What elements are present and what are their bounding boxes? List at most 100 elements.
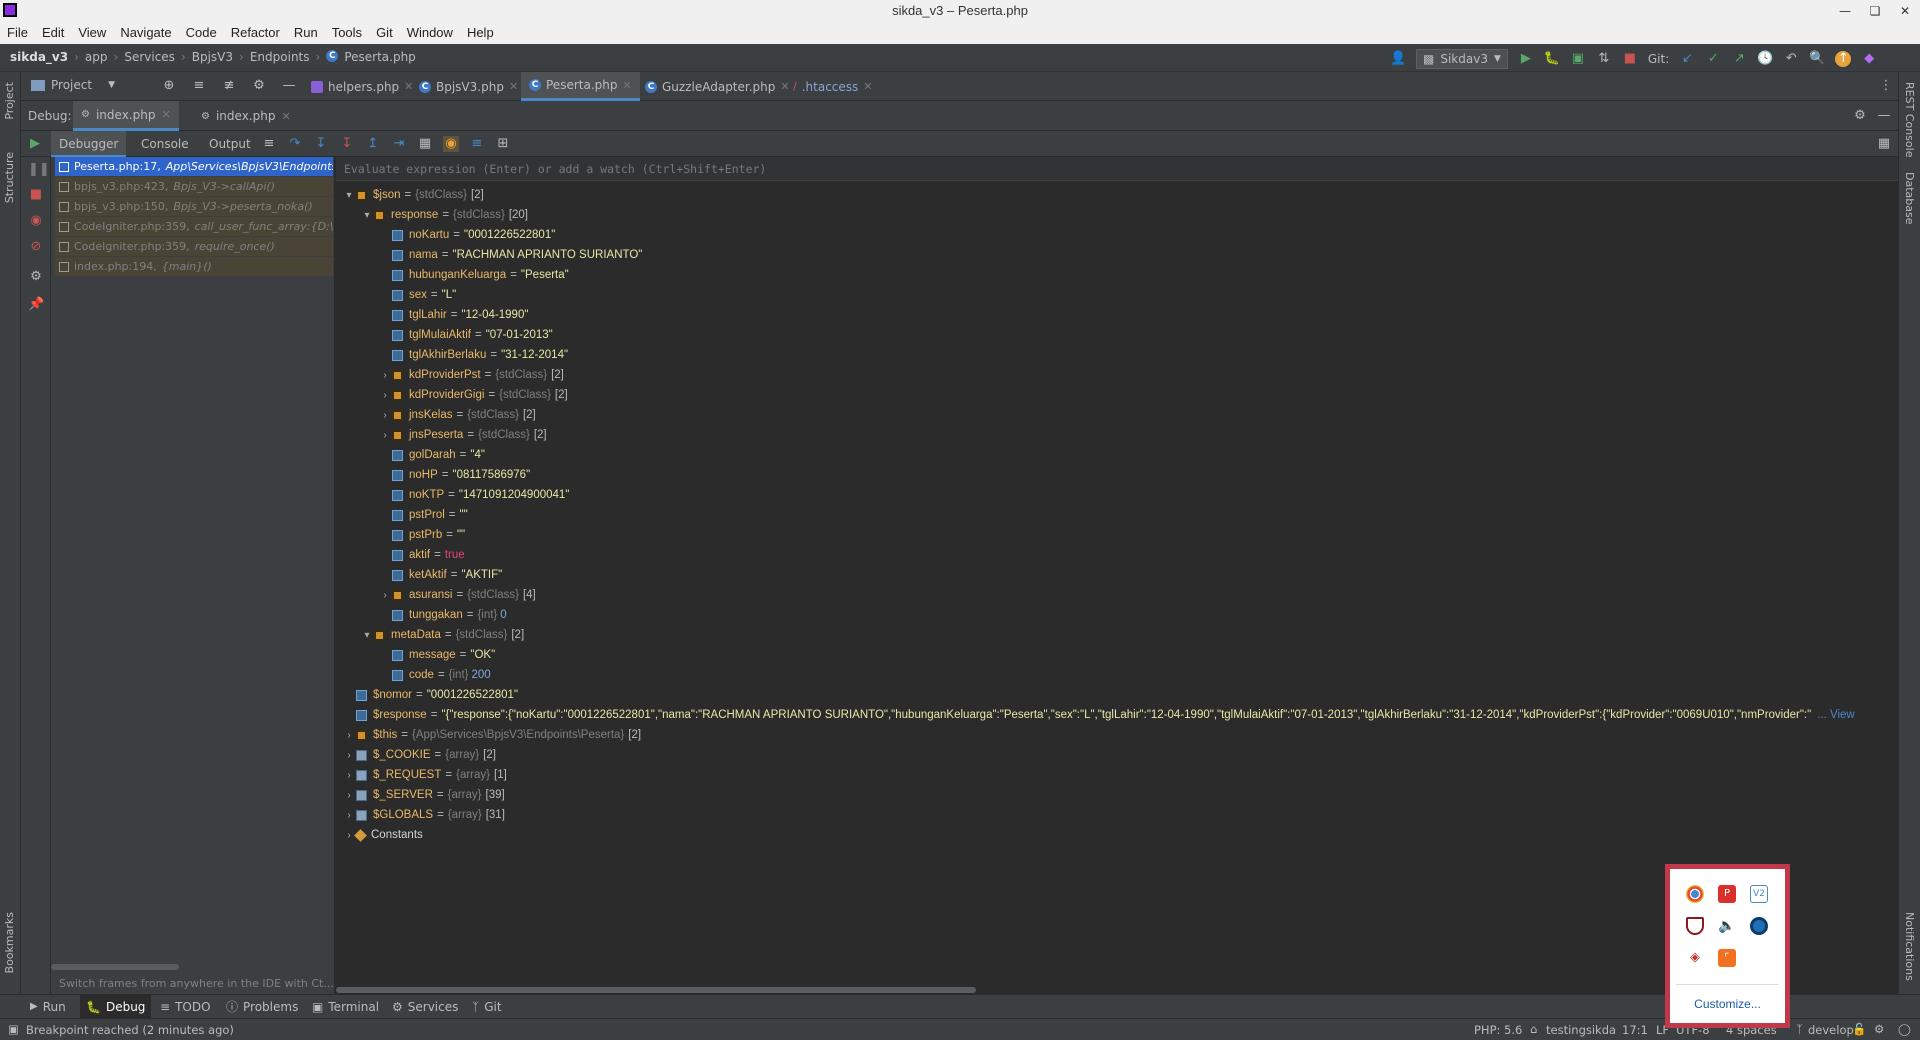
frame-item[interactable]: index.php:194, {main}() (55, 257, 333, 276)
menu-git[interactable]: Git (369, 22, 400, 44)
tab-console[interactable]: Console (133, 131, 197, 157)
variable-row[interactable]: ▾ response = {stdClass} [20] (360, 205, 528, 225)
frames-scrollbar[interactable] (51, 964, 179, 970)
variable-row[interactable]: › $this = {App\Services\BpjsV3\Endpoints\Pe… (342, 725, 641, 745)
close-icon[interactable]: ✕ (863, 80, 872, 93)
project-tool-label[interactable]: Project (51, 78, 92, 92)
stop-icon[interactable]: ■ (1622, 51, 1638, 67)
sync-icon[interactable] (1750, 917, 1768, 935)
chevron-down-icon[interactable]: ▾ (360, 630, 374, 641)
rest-console-tool-button[interactable]: REST Console (1903, 82, 1916, 157)
tab-helpers-php[interactable]: helpers.php ✕ (303, 72, 421, 101)
breadcrumb-endpoints[interactable]: Endpoints (250, 50, 310, 64)
debug-icon[interactable]: 🐛 (1544, 51, 1560, 67)
inspection-icon[interactable]: ⚙ (1874, 1022, 1884, 1036)
shield-icon[interactable] (1686, 917, 1704, 935)
maximize-button[interactable]: ❏ (1860, 0, 1890, 22)
chevron-right-icon[interactable]: › (342, 750, 356, 761)
close-icon[interactable]: ✕ (622, 79, 631, 92)
breadcrumb-app[interactable]: app (85, 50, 108, 64)
menu-code[interactable]: Code (179, 22, 224, 44)
run-to-cursor-icon[interactable]: ⇥ (391, 136, 407, 152)
gear-icon[interactable]: ⚙ (1852, 108, 1868, 124)
menu-refactor[interactable]: Refactor (224, 22, 287, 44)
variable-row[interactable]: ketAktif = "AKTIF" (378, 565, 502, 585)
variable-row[interactable]: tglMulaiAktif = "07-01-2013" (378, 325, 553, 345)
tool-tab-problems[interactable]: ⓘ Problems (226, 995, 298, 1019)
variable-row[interactable]: › jnsPeserta = {stdClass} [2] (378, 425, 546, 445)
variable-row[interactable]: › $GLOBALS = {array} [31] (342, 805, 505, 825)
frame-item[interactable]: CodeIgniter.php:359, call_user_func_arra… (55, 217, 333, 236)
chevron-right-icon[interactable]: › (342, 770, 356, 781)
chevron-right-icon[interactable]: › (342, 790, 356, 801)
chevron-down-icon[interactable]: ▾ (342, 190, 356, 201)
variable-row[interactable]: golDarah = "4" (378, 445, 485, 465)
frame-item[interactable]: bpjs_v3.php:423, Bpjs_V3->callApi() (55, 177, 333, 196)
server-label[interactable]: testingsikda (1546, 1023, 1616, 1037)
chevron-right-icon[interactable]: › (342, 730, 356, 741)
notifications-tool-button[interactable]: Notifications (1903, 912, 1916, 981)
memory-icon[interactable]: ◯ (1898, 1022, 1911, 1036)
variable-row[interactable]: code = {int} 200 (378, 665, 491, 685)
pin-icon[interactable]: 📌 (28, 297, 44, 313)
chevron-right-icon[interactable]: › (378, 370, 392, 381)
variable-row[interactable]: › kdProviderPst = {stdClass} [2] (378, 365, 564, 385)
add-watch-icon[interactable]: ⊞ (495, 136, 511, 152)
menu-edit[interactable]: Edit (35, 22, 71, 44)
tab-peserta-php[interactable]: C Peserta.php ✕ (521, 72, 640, 101)
variable-row[interactable]: nama = "RACHMAN APRIANTO SURIANTO" (378, 245, 642, 265)
close-button[interactable]: ✕ (1890, 0, 1920, 22)
step-over-icon[interactable]: ↷ (287, 136, 303, 152)
frames-list-icon[interactable]: ≡ (469, 136, 485, 152)
lock-icon[interactable]: 🔓 (1852, 1022, 1866, 1036)
chevron-right-icon[interactable]: › (378, 590, 392, 601)
chevron-down-icon[interactable]: ▼ (108, 80, 115, 90)
evaluate-icon[interactable]: ▦ (417, 136, 433, 152)
variable-row[interactable]: ▾ metaData = {stdClass} [2] (360, 625, 524, 645)
tool-tab-terminal[interactable]: ▣ Terminal (312, 995, 379, 1019)
user-icon[interactable]: 👤 (1390, 51, 1406, 67)
caret-position[interactable]: 17:1 (1622, 1023, 1648, 1037)
git-branch[interactable]: develop (1808, 1023, 1854, 1037)
variable-row[interactable]: › $_COOKIE = {array} [2] (342, 745, 496, 765)
close-icon[interactable]: ✕ (509, 80, 518, 93)
structure-tool-button[interactable]: Structure (3, 152, 16, 203)
git-update-icon[interactable]: ↙ (1679, 51, 1695, 67)
variable-row[interactable]: tunggakan = {int} 0 (378, 605, 507, 625)
stop-icon[interactable]: ■ (28, 187, 44, 203)
pdf-app-icon[interactable]: P (1718, 885, 1736, 903)
variable-row[interactable]: $response = "{"response":{"noKartu":"00012… (342, 705, 1888, 725)
watches-icon[interactable]: ◉ (443, 136, 459, 152)
project-tool-button[interactable]: Project (3, 82, 16, 120)
git-push-icon[interactable]: ↗ (1731, 51, 1747, 67)
frame-item[interactable]: bpjs_v3.php:150, Bpjs_V3->peserta_noka() (55, 197, 333, 216)
variable-row[interactable]: tglAkhirBerlaku = "31-12-2014" (378, 345, 568, 365)
settings-icon[interactable]: ⚙ (28, 269, 44, 285)
version-app-icon[interactable]: V2 (1750, 885, 1768, 903)
variables-scrollbar[interactable] (336, 987, 976, 993)
search-icon[interactable]: 🔍 (1809, 51, 1825, 67)
mute-breakpoints-icon[interactable]: ⊘ (28, 239, 44, 255)
history-icon[interactable]: 🕓 (1757, 51, 1773, 67)
variable-row[interactable]: tglLahir = "12-04-1990" (378, 305, 528, 325)
menu-view[interactable]: View (71, 22, 113, 44)
run-config-select[interactable]: ▩ Sikdav3 ▼ (1416, 49, 1508, 69)
menu-run[interactable]: Run (287, 22, 325, 44)
coverage-icon[interactable]: ▣ (1570, 51, 1586, 67)
pause-icon[interactable]: ❚❚ (28, 162, 50, 178)
tool-tab-todo[interactable]: ≡ TODO (160, 995, 211, 1019)
variable-row[interactable]: $nomor = "0001226522801" (342, 685, 518, 705)
xampp-icon[interactable]: ⌜ (1718, 949, 1736, 967)
variable-row[interactable]: noHP = "08117586976" (378, 465, 530, 485)
breadcrumb-bpjsv3[interactable]: BpjsV3 (192, 50, 233, 64)
tab-output[interactable]: Output (201, 131, 259, 157)
force-step-into-icon[interactable]: ↧ (339, 136, 355, 152)
tab-guzzleadapter-php[interactable]: C GuzzleAdapter.php ✕ (637, 72, 798, 101)
gear-icon[interactable]: ⚙ (251, 78, 267, 94)
close-icon[interactable]: ✕ (281, 110, 290, 123)
variable-row[interactable]: hubunganKeluarga = "Peserta" (378, 265, 569, 285)
evaluate-expression-input[interactable]: Evaluate expression (Enter) or add a wat… (336, 157, 1898, 181)
breadcrumb-services[interactable]: Services (124, 50, 175, 64)
php-version[interactable]: PHP: 5.6 (1474, 1023, 1522, 1037)
variable-row[interactable]: › kdProviderGigi = {stdClass} [2] (378, 385, 567, 405)
